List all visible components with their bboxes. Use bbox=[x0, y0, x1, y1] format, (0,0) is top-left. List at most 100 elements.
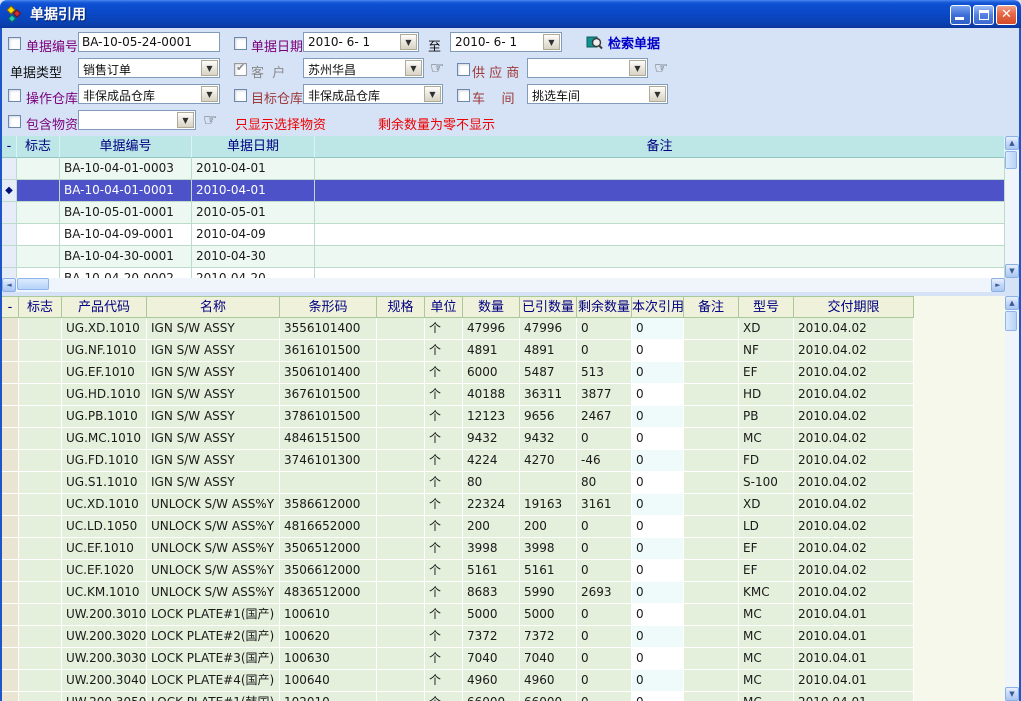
item-cell[interactable]: UG.MC.1010 bbox=[62, 428, 147, 450]
item-row[interactable]: UC.LD.1050UNLOCK S/W ASS%Y4816652000个200… bbox=[2, 516, 1005, 538]
item-cell[interactable] bbox=[377, 406, 425, 428]
scroll-up-icon[interactable]: ▲ bbox=[1005, 136, 1019, 150]
item-cell[interactable]: IGN S/W ASSY bbox=[147, 384, 280, 406]
item-cell[interactable]: 4891 bbox=[463, 340, 520, 362]
document-cell[interactable]: BA-10-04-30-0001 bbox=[60, 246, 192, 268]
item-cell[interactable]: S-100 bbox=[739, 472, 794, 494]
item-cell[interactable]: 4891 bbox=[520, 340, 577, 362]
item-cell[interactable]: 0 bbox=[577, 340, 632, 362]
item-cell[interactable] bbox=[684, 648, 739, 670]
item-cell[interactable]: 0 bbox=[577, 516, 632, 538]
item-cell[interactable] bbox=[684, 582, 739, 604]
item-row[interactable]: UW.200.3040LOCK PLATE#4(国产)100640个496049… bbox=[2, 670, 1005, 692]
item-cell[interactable]: 200 bbox=[463, 516, 520, 538]
chevron-down-icon[interactable]: ▼ bbox=[400, 34, 417, 50]
item-cell[interactable] bbox=[684, 692, 739, 701]
item-cell[interactable] bbox=[377, 384, 425, 406]
item-cell[interactable]: 个 bbox=[425, 516, 463, 538]
item-cell[interactable]: 2010.04.02 bbox=[794, 318, 914, 340]
item-row[interactable]: UG.PB.1010IGN S/W ASSY3786101500个1212396… bbox=[2, 406, 1005, 428]
item-cell[interactable]: 个 bbox=[425, 604, 463, 626]
item-cell[interactable] bbox=[2, 406, 19, 428]
document-cell[interactable] bbox=[315, 224, 1005, 246]
item-cell[interactable]: 0 bbox=[577, 670, 632, 692]
item-cell[interactable]: UW.200.3020 bbox=[62, 626, 147, 648]
item-cell[interactable]: HD bbox=[739, 384, 794, 406]
item-cell[interactable]: 3746101300 bbox=[280, 450, 377, 472]
item-cell[interactable]: 0 bbox=[632, 406, 684, 428]
item-row[interactable]: UW.200.3050LOCK PLATE#1(韩国)102010个660006… bbox=[2, 692, 1005, 701]
item_table-header-11[interactable]: 备注 bbox=[684, 296, 739, 318]
item-cell[interactable]: 0 bbox=[632, 626, 684, 648]
item-cell[interactable]: UG.XD.1010 bbox=[62, 318, 147, 340]
item-cell[interactable]: 0 bbox=[632, 516, 684, 538]
item-cell[interactable] bbox=[684, 318, 739, 340]
item-cell[interactable]: 7040 bbox=[520, 648, 577, 670]
documents-vertical-scrollbar[interactable]: ▲ ▼ bbox=[1005, 136, 1019, 278]
item-cell[interactable] bbox=[2, 692, 19, 701]
item-cell[interactable] bbox=[280, 472, 377, 494]
item-row[interactable]: UW.200.3010LOCK PLATE#1(国产)100610个500050… bbox=[2, 604, 1005, 626]
item-cell[interactable]: KMC bbox=[739, 582, 794, 604]
document-cell[interactable]: 2010-04-09 bbox=[192, 224, 315, 246]
item-cell[interactable]: UC.XD.1010 bbox=[62, 494, 147, 516]
item-cell[interactable] bbox=[2, 582, 19, 604]
item-cell[interactable]: 2010.04.01 bbox=[794, 692, 914, 701]
scroll-right-icon[interactable]: ► bbox=[991, 278, 1005, 292]
item-cell[interactable]: 2010.04.02 bbox=[794, 582, 914, 604]
item_table-header-7[interactable]: 数量 bbox=[463, 296, 520, 318]
item-cell[interactable] bbox=[2, 604, 19, 626]
document-cell[interactable] bbox=[17, 268, 60, 278]
scroll-left-icon[interactable]: ◄ bbox=[2, 278, 16, 292]
item-cell[interactable]: 个 bbox=[425, 318, 463, 340]
item-cell[interactable]: 4960 bbox=[463, 670, 520, 692]
document-cell[interactable]: BA-10-05-01-0001 bbox=[60, 202, 192, 224]
document-row[interactable]: BA-10-05-01-00012010-05-01 bbox=[2, 202, 1005, 224]
item-cell[interactable]: UW.200.3050 bbox=[62, 692, 147, 701]
item-cell[interactable]: 2010.04.01 bbox=[794, 604, 914, 626]
item-cell[interactable]: IGN S/W ASSY bbox=[147, 318, 280, 340]
item-cell[interactable]: LOCK PLATE#3(国产) bbox=[147, 648, 280, 670]
item-cell[interactable] bbox=[19, 648, 62, 670]
item-cell[interactable]: 4846151500 bbox=[280, 428, 377, 450]
material-picker-icon[interactable]: ☞ bbox=[203, 112, 217, 128]
item-cell[interactable] bbox=[684, 384, 739, 406]
item-cell[interactable]: 个 bbox=[425, 450, 463, 472]
document-cell[interactable] bbox=[2, 268, 17, 278]
item-row[interactable]: UC.KM.1010UNLOCK S/W ASS%Y4836512000个868… bbox=[2, 582, 1005, 604]
item-cell[interactable]: 4816652000 bbox=[280, 516, 377, 538]
item-cell[interactable] bbox=[377, 582, 425, 604]
item-cell[interactable] bbox=[19, 472, 62, 494]
item-cell[interactable]: 7040 bbox=[463, 648, 520, 670]
item-cell[interactable] bbox=[377, 560, 425, 582]
item-cell[interactable]: 2010.04.02 bbox=[794, 516, 914, 538]
item-cell[interactable]: UNLOCK S/W ASS%Y bbox=[147, 538, 280, 560]
item-cell[interactable]: 3786101500 bbox=[280, 406, 377, 428]
item-cell[interactable]: 47996 bbox=[520, 318, 577, 340]
item-cell[interactable]: UG.S1.1010 bbox=[62, 472, 147, 494]
item-cell[interactable] bbox=[684, 670, 739, 692]
item-cell[interactable]: EF bbox=[739, 362, 794, 384]
item-cell[interactable]: MC bbox=[739, 648, 794, 670]
item-cell[interactable]: 0 bbox=[632, 340, 684, 362]
item-cell[interactable]: IGN S/W ASSY bbox=[147, 362, 280, 384]
item-cell[interactable] bbox=[19, 670, 62, 692]
item-cell[interactable]: 0 bbox=[632, 384, 684, 406]
item-cell[interactable]: 3556101400 bbox=[280, 318, 377, 340]
item-cell[interactable]: UC.KM.1010 bbox=[62, 582, 147, 604]
item-row[interactable]: UG.XD.1010IGN S/W ASSY3556101400个4799647… bbox=[2, 318, 1005, 340]
item-cell[interactable]: 36311 bbox=[520, 384, 577, 406]
item-cell[interactable] bbox=[684, 428, 739, 450]
item-cell[interactable] bbox=[684, 362, 739, 384]
item-cell[interactable]: 3676101500 bbox=[280, 384, 377, 406]
document-cell[interactable]: 2010-04-30 bbox=[192, 246, 315, 268]
item-cell[interactable]: 2010.04.02 bbox=[794, 450, 914, 472]
document-cell[interactable] bbox=[315, 158, 1005, 180]
item-cell[interactable]: 3616101500 bbox=[280, 340, 377, 362]
item-cell[interactable]: 6000 bbox=[463, 362, 520, 384]
item-cell[interactable] bbox=[377, 472, 425, 494]
item-cell[interactable]: 7372 bbox=[520, 626, 577, 648]
item-cell[interactable]: 100620 bbox=[280, 626, 377, 648]
document-cell[interactable]: BA-10-04-01-0003 bbox=[60, 158, 192, 180]
item_table-header-1[interactable]: 标志 bbox=[19, 296, 62, 318]
